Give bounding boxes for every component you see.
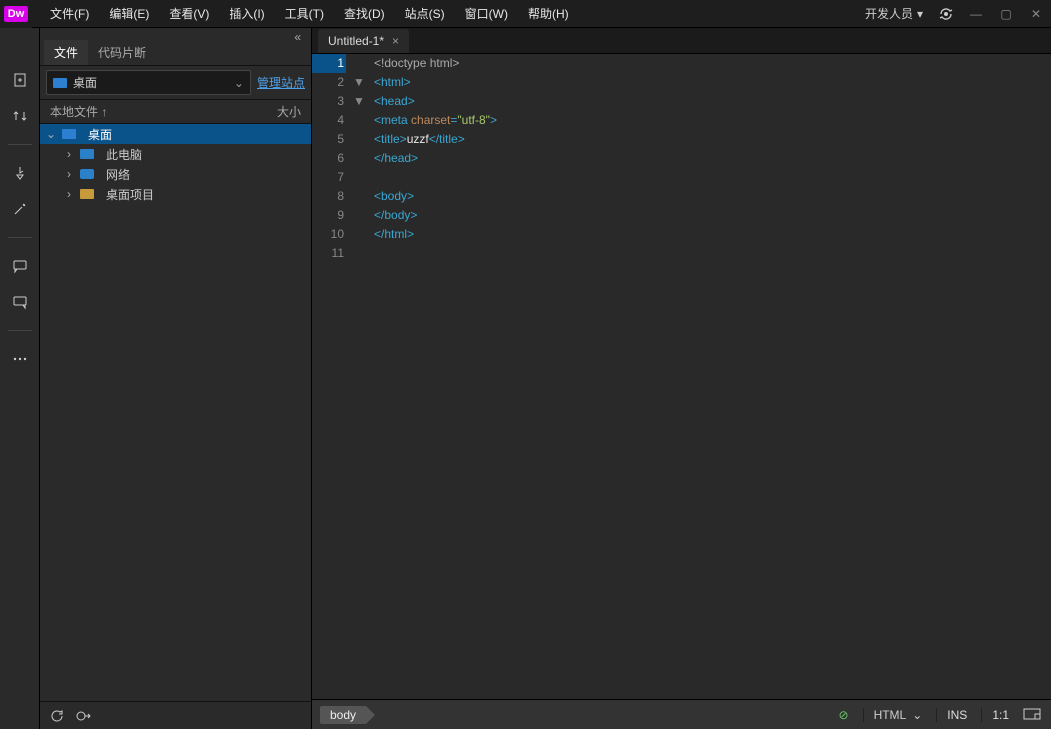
line-col-indicator[interactable]: 1:1 xyxy=(981,708,1009,722)
close-tab-icon[interactable]: × xyxy=(392,34,399,48)
language-select[interactable]: HTML ⌄ xyxy=(863,708,923,722)
col-local-files[interactable]: 本地文件 ↑ xyxy=(50,103,107,120)
site-select[interactable]: 桌面 ⌄ xyxy=(46,70,251,95)
collapse-panel-icon[interactable]: « xyxy=(290,28,305,46)
pc-icon xyxy=(80,149,94,159)
panel-tab[interactable]: 代码片断 xyxy=(88,40,156,65)
menu-item[interactable]: 帮助(H) xyxy=(518,0,579,28)
menu-item[interactable]: 窗口(W) xyxy=(455,0,518,28)
files-panel: « 文件代码片断 桌面 ⌄ 管理站点 本地文件 ↑ 大小 ⌄桌面›此电脑›网络›… xyxy=(40,28,312,729)
title-bar: Dw 文件(F)编辑(E)查看(V)插入(I)工具(T)查找(D)站点(S)窗口… xyxy=(0,0,1051,28)
disclosure-icon[interactable]: › xyxy=(64,187,74,201)
panel-footer xyxy=(40,701,311,729)
code-area[interactable]: 1234567891011 ▼▼ <!doctype html><html><h… xyxy=(312,54,1051,699)
manage-sites-link[interactable]: 管理站点 xyxy=(257,74,305,91)
folder-blue-icon xyxy=(62,129,76,139)
language-label: HTML xyxy=(874,708,907,722)
maximize-button[interactable]: ▢ xyxy=(991,0,1021,28)
arrange-icon[interactable] xyxy=(8,104,32,128)
folder-icon xyxy=(53,78,67,88)
net-icon xyxy=(80,169,94,179)
menu-item[interactable]: 工具(T) xyxy=(275,0,334,28)
new-file-icon[interactable] xyxy=(8,68,32,92)
insert-mode[interactable]: INS xyxy=(936,708,967,722)
status-ok-icon[interactable]: ⊘ xyxy=(839,708,849,722)
app-logo: Dw xyxy=(0,0,32,28)
editor-tabs: Untitled-1* × xyxy=(312,28,1051,54)
chevron-down-icon: ⌄ xyxy=(234,76,244,90)
tree-row[interactable]: › 网络 xyxy=(40,164,311,184)
menu-item[interactable]: 站点(S) xyxy=(395,0,455,28)
disclosure-icon[interactable]: › xyxy=(64,147,74,161)
fold-column: ▼▼ xyxy=(352,54,366,699)
col-size[interactable]: 大小 xyxy=(277,103,301,120)
line-numbers: 1234567891011 xyxy=(312,54,352,699)
wand-icon[interactable] xyxy=(8,197,32,221)
extract-icon[interactable] xyxy=(8,161,32,185)
window-controls: — ▢ ✕ xyxy=(961,0,1051,28)
tree-label: 桌面项目 xyxy=(106,186,154,203)
tree-row[interactable]: › 桌面项目 xyxy=(40,184,311,204)
folder-icon xyxy=(80,189,94,199)
file-tab-label: Untitled-1* xyxy=(328,34,384,48)
panel-tabs: 文件代码片断 xyxy=(40,42,311,66)
site-select-label: 桌面 xyxy=(73,74,97,91)
workspace-label: 开发人员 xyxy=(865,5,913,22)
minimize-button[interactable]: — xyxy=(961,0,991,28)
close-button[interactable]: ✕ xyxy=(1021,0,1051,28)
sync-settings-icon[interactable] xyxy=(931,7,961,21)
workspace-switcher[interactable]: 开发人员 ▾ xyxy=(857,5,931,22)
chevron-down-icon: ⌄ xyxy=(912,708,922,722)
panel-tab[interactable]: 文件 xyxy=(44,40,88,65)
site-bar: 桌面 ⌄ 管理站点 xyxy=(40,66,311,100)
file-tree: ⌄ 桌面 › 此电脑 › 网络 › 桌面项目 xyxy=(40,124,311,701)
list-header: 本地文件 ↑ 大小 xyxy=(40,100,311,124)
tree-row[interactable]: ⌄ 桌面 xyxy=(40,124,311,144)
menu-item[interactable]: 编辑(E) xyxy=(99,0,159,28)
logo-badge: Dw xyxy=(4,6,29,22)
refresh-icon[interactable] xyxy=(50,709,64,723)
comment-down-icon[interactable] xyxy=(8,290,32,314)
menu-item[interactable]: 查看(V) xyxy=(159,0,219,28)
disclosure-icon[interactable]: › xyxy=(64,167,74,181)
tree-label: 网络 xyxy=(106,166,130,183)
breadcrumb[interactable]: body xyxy=(320,706,366,724)
editor-area: Untitled-1* × 1234567891011 ▼▼ <!doctype… xyxy=(312,28,1051,729)
tree-row[interactable]: › 此电脑 xyxy=(40,144,311,164)
menu-item[interactable]: 插入(I) xyxy=(219,0,274,28)
menu-item[interactable]: 查找(D) xyxy=(334,0,395,28)
disclosure-icon[interactable]: ⌄ xyxy=(46,127,56,141)
tree-label: 桌面 xyxy=(88,126,112,143)
status-bar: body ⊘ HTML ⌄ INS 1:1 xyxy=(312,699,1051,729)
chevron-down-icon: ▾ xyxy=(917,7,923,21)
file-tab[interactable]: Untitled-1* × xyxy=(318,29,409,53)
tree-label: 此电脑 xyxy=(106,146,142,163)
screen-icon[interactable] xyxy=(1023,708,1041,722)
menu-item[interactable]: 文件(F) xyxy=(40,0,99,28)
code-text[interactable]: <!doctype html><html><head><meta charset… xyxy=(366,54,1051,699)
more-icon[interactable] xyxy=(8,347,32,371)
main-menu: 文件(F)编辑(E)查看(V)插入(I)工具(T)查找(D)站点(S)窗口(W)… xyxy=(40,0,579,28)
left-toolstrip xyxy=(0,28,40,729)
comment-icon[interactable] xyxy=(8,254,32,278)
sync-icon[interactable] xyxy=(76,709,92,723)
